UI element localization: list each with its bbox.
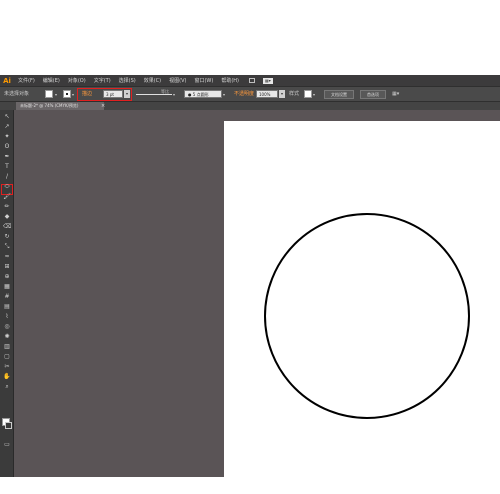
menu-bar: Ai 文件(F) 编辑(E) 对象(O) 文字(T) 选择(S) 效果(C) 视… (0, 75, 500, 86)
stroke-label[interactable]: 描边 (82, 91, 92, 98)
symbol-sprayer-tool-icon[interactable]: ✺ (3, 334, 11, 340)
workspace-switcher[interactable]: ▦▾ (263, 77, 273, 84)
style-label: 样式 (289, 91, 300, 97)
direct-selection-tool-icon[interactable]: ↗ (3, 124, 11, 130)
bridge-icon[interactable] (249, 78, 255, 83)
menu-type[interactable]: 文字(T) (90, 77, 115, 84)
lasso-tool-icon[interactable]: ʘ (3, 144, 11, 150)
column-graph-tool-icon[interactable]: ▥ (3, 344, 11, 350)
opacity-label[interactable]: 不透明度 (234, 91, 254, 98)
slice-tool-icon[interactable]: ✂ (3, 364, 11, 370)
profile-equal-label: 等比 (161, 89, 169, 94)
drawn-circle[interactable] (264, 213, 470, 419)
eraser-tool-icon[interactable]: ⌫ (3, 224, 11, 230)
preferences-button[interactable]: 首选项 (360, 90, 386, 99)
paintbrush-tool-icon[interactable]: 🖌 (3, 194, 11, 200)
ellipse-tool-icon[interactable]: ⬭ (3, 184, 11, 190)
magic-wand-tool-icon[interactable]: ✦ (3, 134, 11, 140)
fill-dropdown-icon[interactable]: ▾ (55, 92, 60, 97)
artwork (264, 213, 470, 419)
rotate-tool-icon[interactable]: ↻ (3, 234, 11, 240)
pen-tool-icon[interactable]: ✒ (3, 154, 11, 160)
fill-swatch[interactable] (45, 90, 53, 98)
arrange-documents-icon[interactable]: ▦▾ (392, 91, 399, 98)
app-logo: Ai (3, 76, 11, 85)
brush-definition-field[interactable]: ● 5 点圆形 (184, 90, 222, 98)
artboard-tool-icon[interactable]: ▢ (3, 354, 11, 360)
illustrator-window: Ai 文件(F) 编辑(E) 对象(O) 文字(T) 选择(S) 效果(C) 视… (0, 75, 500, 477)
menu-window[interactable]: 窗口(W) (190, 77, 217, 84)
selection-status: 未选择对象 (4, 91, 30, 97)
menu-effect[interactable]: 效果(C) (140, 77, 165, 84)
graphic-style-swatch[interactable] (304, 90, 312, 98)
stroke-swatch[interactable] (63, 90, 71, 98)
gradient-tool-icon[interactable]: ▤ (3, 304, 11, 310)
tools-panel: ↖ ↗ ✦ ʘ ✒ T / ⬭ 🖌 ✏ ◆ ⌫ ↻ ⤡ ≈ ⊞ ⊕ ▦ # ▤ ⌇ ◎ ✺ ▥ ▢ ✂ ✋ ⌕ ▭ (0, 110, 14, 477)
selection-tool-icon[interactable]: ↖ (3, 114, 11, 120)
menu-view[interactable]: 视图(V) (165, 77, 190, 84)
opacity-input[interactable]: 100% (256, 90, 278, 98)
menu-help[interactable]: 帮助(H) (217, 77, 243, 84)
close-tab-icon[interactable]: × (101, 102, 105, 110)
blend-tool-icon[interactable]: ◎ (3, 324, 11, 330)
shape-builder-tool-icon[interactable]: ⊕ (3, 274, 11, 280)
document-setup-button[interactable]: 文档设置 (324, 90, 354, 99)
pencil-tool-icon[interactable]: ✏ (3, 204, 11, 210)
document-tab-row: 未标题-2* @ 74% (CMYK/预览) × (0, 102, 500, 110)
line-tool-icon[interactable]: / (3, 174, 11, 180)
menu-file[interactable]: 文件(F) (14, 77, 39, 84)
document-tab-label: 未标题-2* @ 74% (CMYK/预览) (20, 103, 79, 108)
free-transform-tool-icon[interactable]: ⊞ (3, 264, 11, 270)
perspective-grid-tool-icon[interactable]: ▦ (3, 284, 11, 290)
tab-document[interactable]: 未标题-2* @ 74% (CMYK/预览) (16, 102, 104, 110)
opacity-dropdown-icon[interactable]: ▾ (279, 90, 285, 98)
screen-mode-icon[interactable]: ▭ (3, 442, 11, 448)
menu-edit[interactable]: 编辑(E) (39, 77, 64, 84)
stroke-weight-dropdown-icon[interactable]: ▾ (124, 90, 130, 98)
menu-select[interactable]: 选择(S) (115, 77, 140, 84)
scale-tool-icon[interactable]: ⤡ (3, 244, 11, 250)
mesh-tool-icon[interactable]: # (3, 294, 11, 300)
control-bar: 未选择对象 ▾ ▾ 描边 3 pt ▾ 等比 ▾ ● 5 点圆形 ▾ 不透明度 … (0, 86, 500, 102)
brush-dropdown-icon[interactable]: ▾ (223, 92, 228, 97)
zoom-tool-icon[interactable]: ⌕ (3, 384, 11, 390)
style-dropdown-icon[interactable]: ▾ (313, 92, 318, 97)
warp-tool-icon[interactable]: ≈ (3, 254, 11, 260)
profile-dropdown-icon[interactable]: ▾ (173, 92, 178, 97)
stroke-color-swatch[interactable] (5, 422, 12, 429)
stroke-weight-input[interactable]: 3 pt (103, 90, 123, 98)
hand-tool-icon[interactable]: ✋ (3, 374, 11, 380)
type-tool-icon[interactable]: T (3, 164, 11, 170)
blob-brush-tool-icon[interactable]: ◆ (3, 214, 11, 220)
eyedropper-tool-icon[interactable]: ⌇ (3, 314, 11, 320)
artboard[interactable] (224, 121, 500, 477)
menu-object[interactable]: 对象(O) (64, 77, 90, 84)
